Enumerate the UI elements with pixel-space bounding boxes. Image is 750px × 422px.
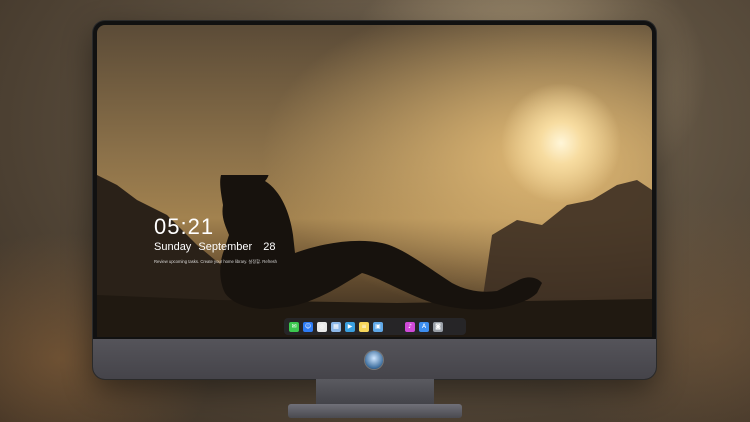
brand-logo-icon: [365, 351, 383, 369]
screenshot-icon[interactable]: ◙: [433, 321, 443, 332]
monitor-stand-base: [288, 404, 462, 418]
safari-icon[interactable]: ◎: [317, 321, 327, 332]
notes-icon[interactable]: ≡: [359, 321, 369, 332]
finder-icon[interactable]: ☺: [303, 321, 313, 332]
preview-icon[interactable]: ▦: [331, 321, 341, 332]
date-day: 28: [263, 241, 276, 253]
photos-icon[interactable]: ▣: [373, 321, 383, 332]
lock-screen-date: Sunday September 28: [154, 241, 280, 253]
desktop-wallpaper: 05:21 Sunday September 28 Review upcomin…: [97, 25, 652, 337]
date-month: September: [198, 241, 253, 253]
lock-screen-notification: Review upcoming tasks. Create your home …: [154, 259, 277, 264]
app-store-icon[interactable]: A: [419, 321, 429, 332]
silhouette-landscape: [97, 175, 652, 337]
date-weekday: Sunday: [154, 241, 192, 253]
claquette-icon[interactable]: ▶: [345, 321, 355, 332]
lock-screen-time: 05:21: [154, 214, 215, 239]
messages-icon[interactable]: ✉: [289, 321, 299, 332]
music-icon[interactable]: ♪: [405, 321, 415, 332]
dock: ✉ ☺ ◎ ▦ ▶ ≡ ▣ ♪ A ◙: [284, 318, 466, 335]
imac-monitor: 05:21 Sunday September 28 Review upcomin…: [93, 21, 656, 379]
